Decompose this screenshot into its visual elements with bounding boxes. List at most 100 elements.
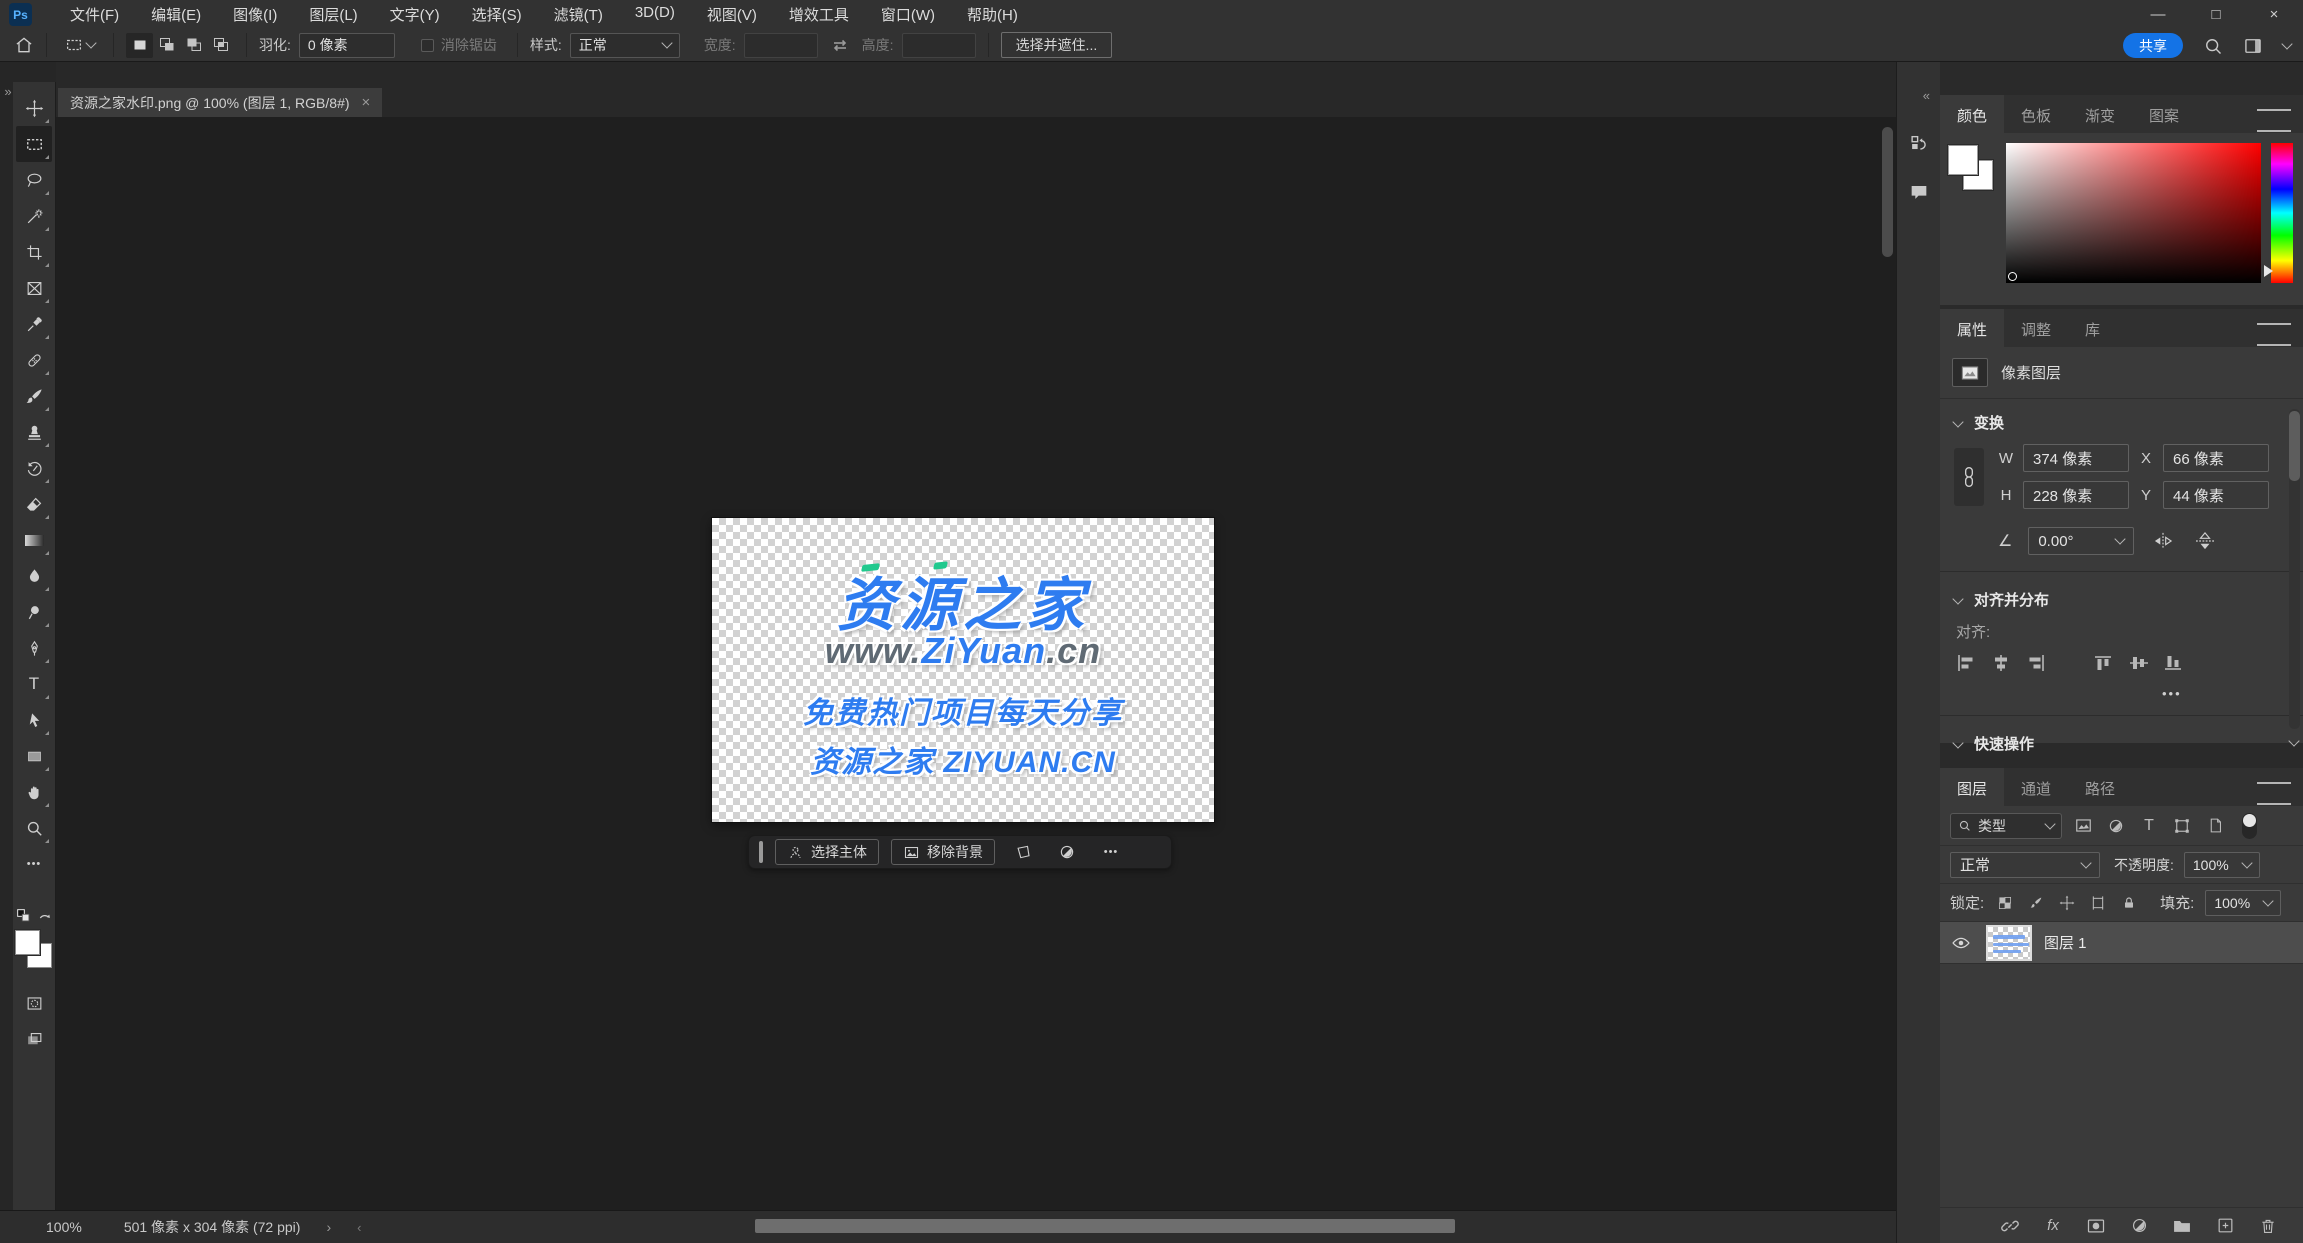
- layer-thumbnail[interactable]: [1986, 924, 2032, 961]
- add-selection-mode-button[interactable]: [153, 33, 180, 58]
- home-icon[interactable]: [14, 35, 34, 55]
- lock-image-pixels-icon[interactable]: [2026, 893, 2046, 913]
- new-layer-icon[interactable]: [2212, 1214, 2238, 1238]
- minimize-button[interactable]: —: [2129, 0, 2187, 29]
- type-tool[interactable]: T: [16, 666, 52, 702]
- filter-toggle-switch[interactable]: [2242, 812, 2257, 839]
- tab-swatches[interactable]: 色板: [2004, 95, 2068, 133]
- comments-panel-icon[interactable]: [1902, 175, 1936, 209]
- lock-transparent-pixels-icon[interactable]: [1995, 893, 2015, 913]
- filter-adjustment-layers-icon[interactable]: [2104, 814, 2128, 838]
- align-right-icon[interactable]: [2026, 654, 2046, 672]
- history-panel-icon[interactable]: [1902, 127, 1936, 161]
- foreground-color-swatch[interactable]: [1948, 145, 1978, 175]
- height-value-input[interactable]: 228 像素: [2023, 481, 2129, 509]
- lock-position-icon[interactable]: [2057, 893, 2077, 913]
- menu-help[interactable]: 帮助(H): [951, 0, 1034, 30]
- zoom-tool[interactable]: [16, 810, 52, 846]
- color-swatches[interactable]: [1948, 143, 1996, 203]
- tab-paths[interactable]: 路径: [2068, 768, 2132, 806]
- new-selection-mode-button[interactable]: [126, 32, 153, 58]
- workspace-switcher-icon[interactable]: [2243, 36, 2263, 56]
- tab-patterns[interactable]: 图案: [2132, 95, 2196, 133]
- menu-view[interactable]: 视图(V): [691, 0, 773, 30]
- transform-icon[interactable]: [1007, 839, 1039, 865]
- hue-strip[interactable]: [2271, 143, 2293, 283]
- pen-tool[interactable]: [16, 630, 52, 666]
- align-top-icon[interactable]: [2094, 654, 2114, 672]
- properties-scrollbar[interactable]: [2288, 409, 2300, 747]
- edit-toolbar-button[interactable]: •••: [16, 846, 52, 882]
- antialias-checkbox[interactable]: [420, 38, 434, 52]
- layer-visibility-eye-icon[interactable]: [1948, 930, 1974, 956]
- document-canvas[interactable]: 资源之家 www.ZiYuan.cn 免费热门项目每天分享 资源之家 ZIYUA…: [712, 518, 1214, 822]
- lock-artboard-icon[interactable]: [2088, 893, 2108, 913]
- quick-actions-header[interactable]: 快速操作: [1940, 720, 2303, 763]
- panel-menu-icon[interactable]: [2257, 109, 2291, 132]
- subtract-selection-mode-button[interactable]: [180, 33, 207, 58]
- brush-tool[interactable]: [16, 378, 52, 414]
- horizontal-scrollbar-thumb[interactable]: [755, 1219, 1455, 1233]
- clone-stamp-tool[interactable]: [16, 414, 52, 450]
- align-left-icon[interactable]: [1956, 654, 1976, 672]
- close-tab-icon[interactable]: ×: [362, 94, 371, 111]
- color-picker-ring[interactable]: [2008, 272, 2017, 281]
- foreground-color-swatch[interactable]: [14, 929, 41, 956]
- rectangular-marquee-tool[interactable]: [16, 126, 52, 162]
- lasso-tool[interactable]: [16, 162, 52, 198]
- path-selection-tool[interactable]: [16, 702, 52, 738]
- blur-tool[interactable]: [16, 558, 52, 594]
- healing-brush-tool[interactable]: [16, 342, 52, 378]
- share-button[interactable]: 共享: [2123, 33, 2183, 58]
- filter-type-dropdown[interactable]: 类型: [1950, 812, 2062, 839]
- rectangle-shape-tool[interactable]: [16, 738, 52, 774]
- layer-name[interactable]: 图层 1: [2044, 932, 2087, 953]
- move-tool[interactable]: [16, 90, 52, 126]
- angle-input[interactable]: 0.00°: [2028, 527, 2135, 555]
- align-section-header[interactable]: 对齐并分布: [1940, 576, 2303, 619]
- x-value-input[interactable]: 66 像素: [2163, 444, 2269, 472]
- tab-color[interactable]: 颜色: [1940, 95, 2005, 133]
- history-brush-tool[interactable]: [16, 450, 52, 486]
- close-button[interactable]: ×: [2245, 0, 2303, 29]
- frame-tool[interactable]: [16, 270, 52, 306]
- status-flyout-icon[interactable]: ›: [326, 1219, 331, 1235]
- screen-mode-button[interactable]: [16, 1021, 52, 1057]
- foreground-background-swatches[interactable]: [14, 929, 54, 971]
- filter-shape-layers-icon[interactable]: [2170, 814, 2194, 838]
- dodge-tool[interactable]: [16, 594, 52, 630]
- lock-all-icon[interactable]: [2119, 893, 2139, 913]
- quick-mask-button[interactable]: [16, 985, 52, 1021]
- blend-mode-dropdown[interactable]: 正常: [1950, 851, 2100, 878]
- menu-window[interactable]: 窗口(W): [865, 0, 951, 30]
- panel-menu-icon[interactable]: [2257, 323, 2291, 346]
- default-colors-icon[interactable]: [16, 908, 31, 923]
- new-group-folder-icon[interactable]: [2169, 1214, 2195, 1238]
- filter-pixel-layers-icon[interactable]: [2071, 814, 2095, 838]
- crop-tool[interactable]: [16, 234, 52, 270]
- feather-input[interactable]: 0 像素: [298, 32, 395, 58]
- filter-smart-objects-icon[interactable]: [2203, 814, 2227, 838]
- transform-section-header[interactable]: 变换: [1940, 399, 2303, 442]
- style-dropdown[interactable]: 正常: [569, 32, 680, 58]
- current-tool-preset[interactable]: [59, 33, 101, 57]
- eraser-tool[interactable]: [16, 486, 52, 522]
- scrollbar-thumb[interactable]: [2289, 411, 2300, 481]
- eyedropper-tool[interactable]: [16, 306, 52, 342]
- align-vertical-center-icon[interactable]: [2129, 654, 2149, 672]
- menu-edit[interactable]: 编辑(E): [135, 0, 217, 30]
- tab-libraries[interactable]: 库: [2068, 309, 2117, 347]
- scroll-left-arrow-icon[interactable]: ‹: [357, 1220, 361, 1235]
- tab-adjustments[interactable]: 调整: [2004, 309, 2068, 347]
- menu-image[interactable]: 图像(I): [217, 0, 293, 30]
- filter-type-layers-icon[interactable]: T: [2137, 814, 2161, 838]
- tab-channels[interactable]: 通道: [2004, 768, 2068, 806]
- height-input[interactable]: [901, 32, 976, 58]
- opacity-input[interactable]: 100%: [2183, 851, 2260, 878]
- document-tab[interactable]: 资源之家水印.png @ 100% (图层 1, RGB/8#) ×: [58, 88, 383, 117]
- canvas-area[interactable]: 资源之家 www.ZiYuan.cn 免费热门项目每天分享 资源之家 ZIYUA…: [56, 117, 1896, 1210]
- menu-select[interactable]: 选择(S): [456, 0, 538, 30]
- width-input[interactable]: [743, 32, 818, 58]
- swap-width-height-icon[interactable]: [830, 35, 850, 55]
- tab-layers[interactable]: 图层: [1940, 768, 2005, 806]
